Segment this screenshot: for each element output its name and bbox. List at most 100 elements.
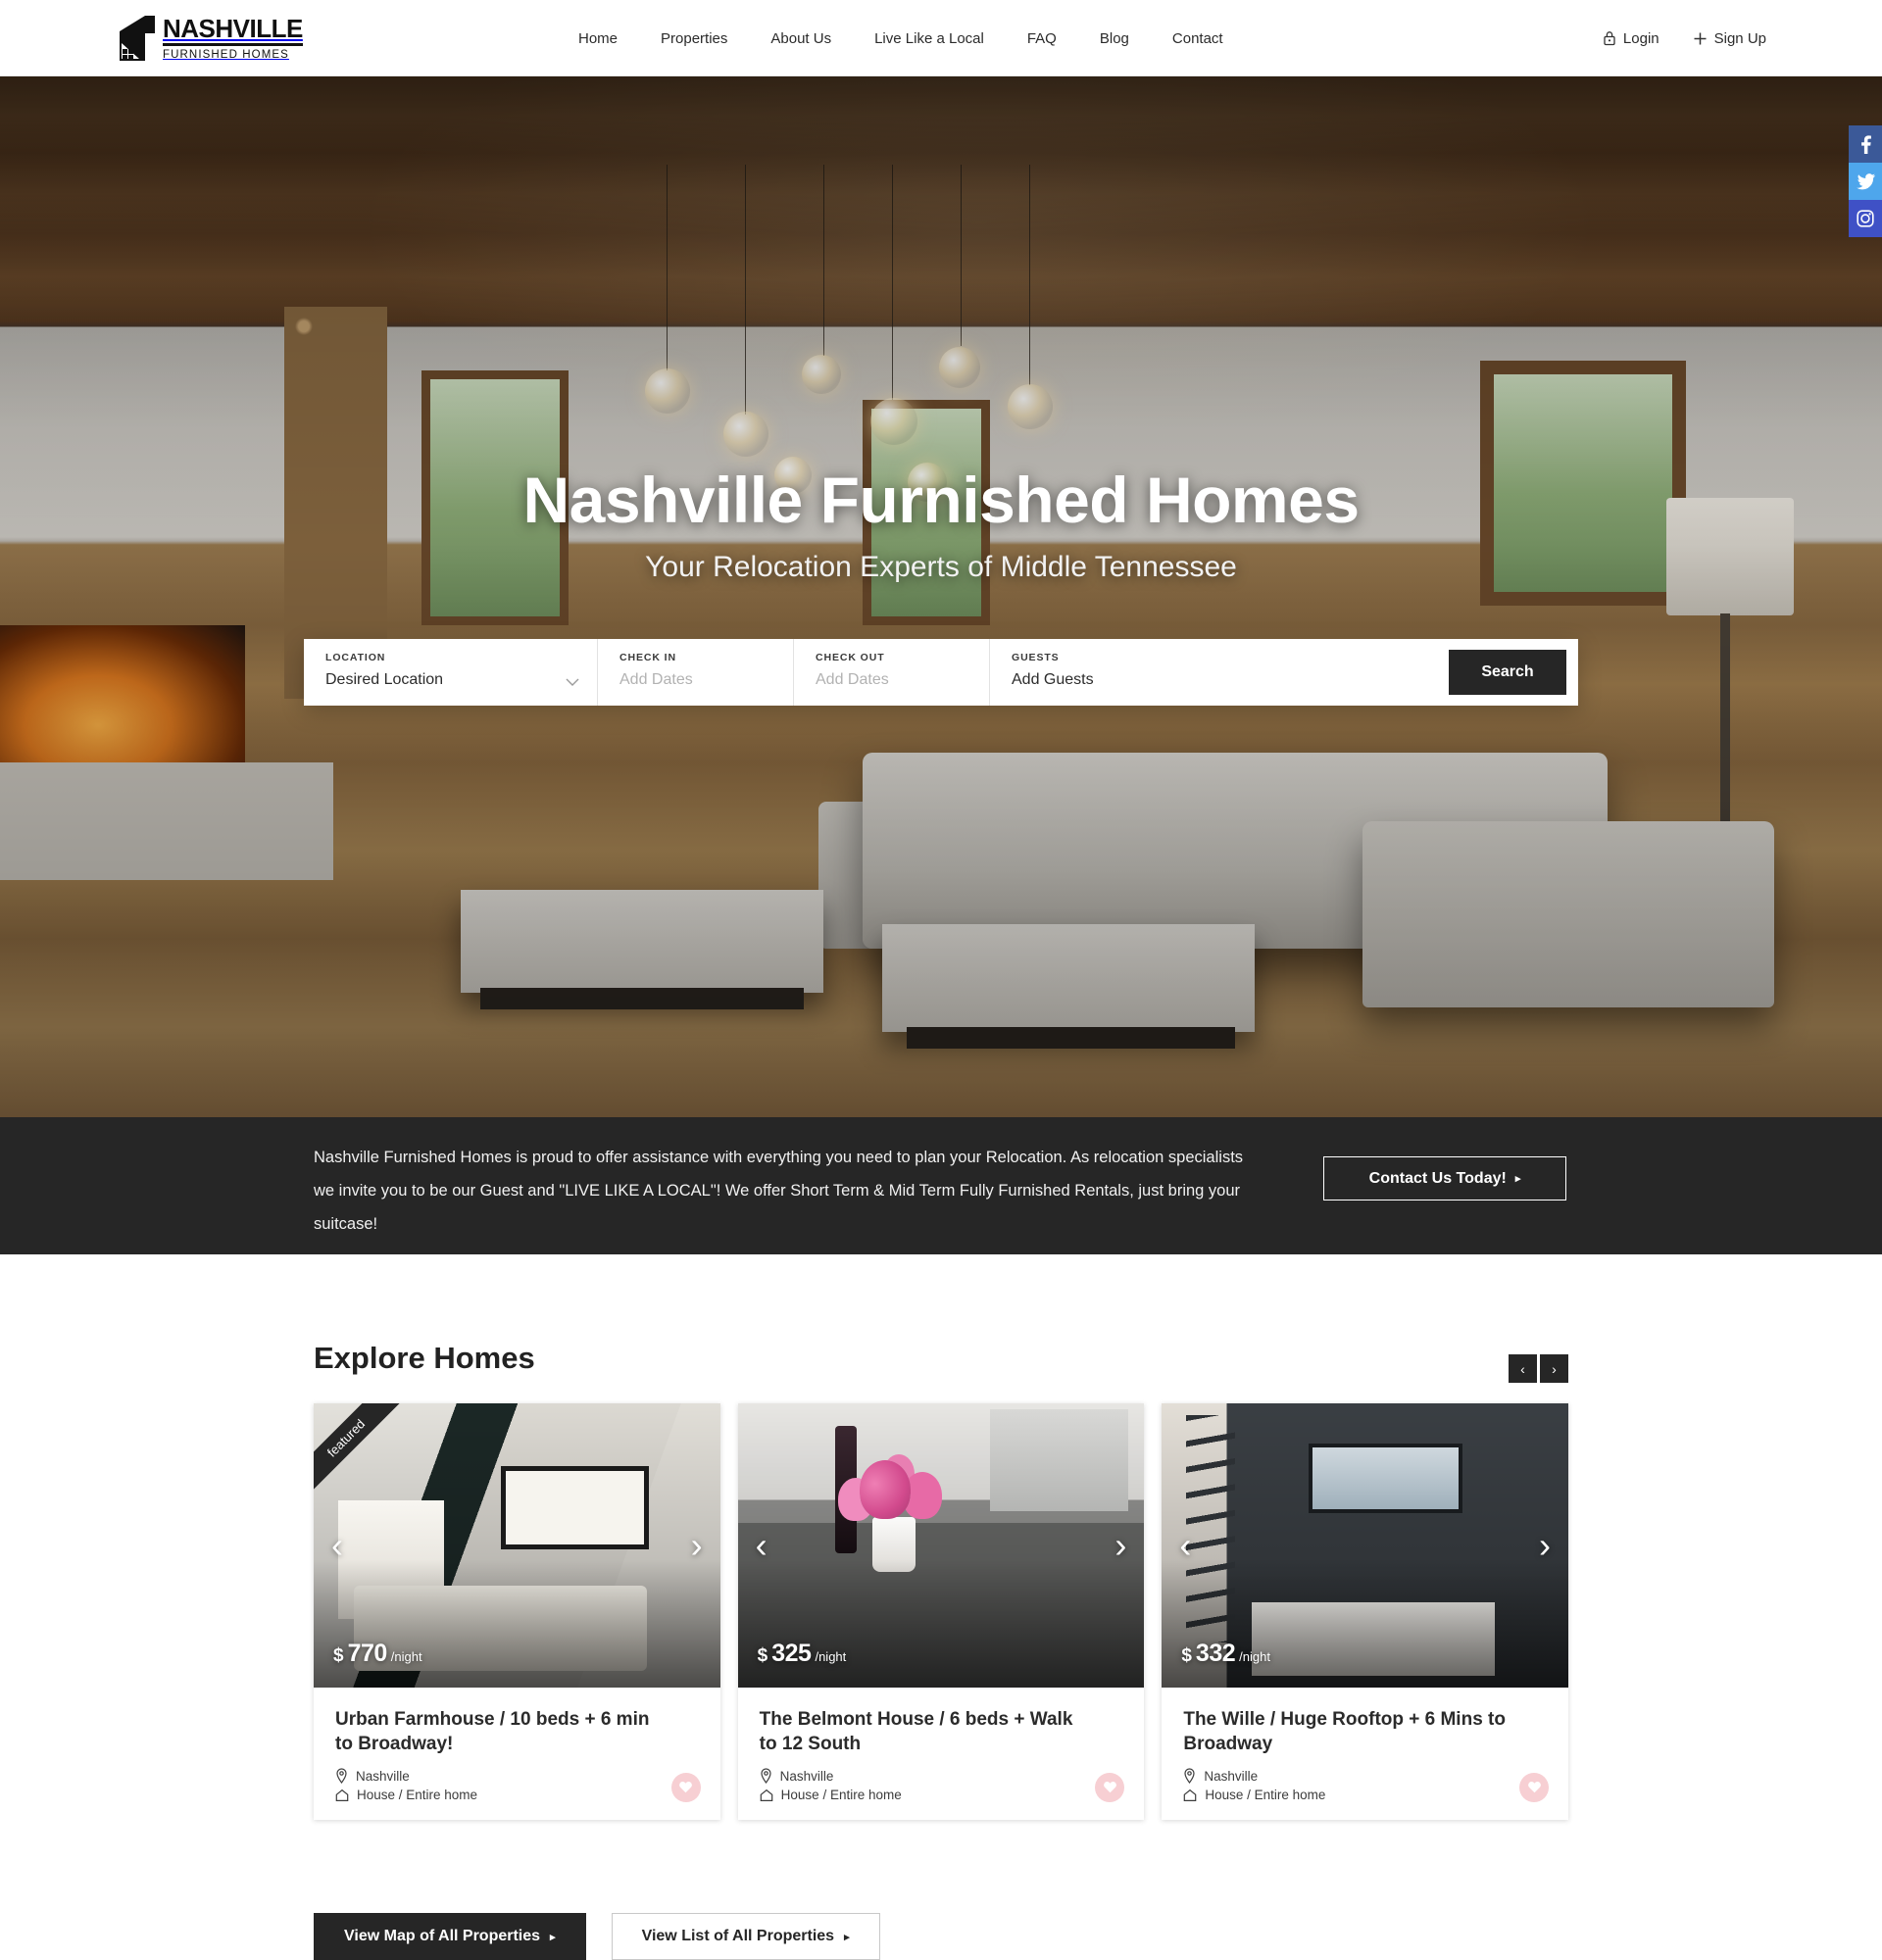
property-card[interactable]: ‹ › $ 325 /night The Belmont House / 6 b… [737, 1403, 1145, 1820]
site-header: NASHVILLE FURNISHED HOMES Home Propertie… [0, 0, 1882, 76]
arrow-right-icon: ▸ [1514, 1173, 1521, 1185]
checkin-label: CHECK IN [619, 652, 676, 663]
arrow-right-icon: ▸ [844, 1931, 850, 1943]
primary-nav: Home Properties About Us Live Like a Loc… [578, 0, 1245, 76]
photo-next-icon[interactable]: › [685, 1528, 709, 1563]
explore-homes-heading: Explore Homes [314, 1341, 535, 1375]
price-amount: 770 [347, 1640, 388, 1667]
relocation-info-text: Nashville Furnished Homes is proud to of… [314, 1149, 1244, 1233]
heart-icon [1527, 1780, 1542, 1796]
signup-button[interactable]: Sign Up [1693, 30, 1766, 47]
chevron-left-icon[interactable]: ‹ [1509, 1354, 1537, 1383]
property-city: Nashville [1204, 1768, 1259, 1784]
property-city: Nashville [779, 1768, 834, 1784]
nav-item-blog[interactable]: Blog [1078, 30, 1151, 47]
chevron-right-icon[interactable]: › [1540, 1354, 1568, 1383]
property-type-label: House / Entire home [1205, 1788, 1326, 1802]
map-pin-icon [335, 1768, 348, 1784]
property-card-body: The Belmont House / 6 beds + Walk to 12 … [738, 1688, 1145, 1820]
property-card[interactable]: ‹ › $ 332 /night The Wille / Huge Roofto… [1162, 1403, 1569, 1820]
search-field-checkin[interactable]: CHECK IN Add Dates [598, 639, 794, 706]
nav-item-faq[interactable]: FAQ [1006, 30, 1078, 47]
nav-item-about-us[interactable]: About Us [749, 30, 853, 47]
photo-prev-icon[interactable]: ‹ [1173, 1528, 1197, 1563]
hero-title: Nashville Furnished Homes [522, 464, 1360, 536]
home-icon [760, 1788, 773, 1802]
property-location: Nashville [335, 1768, 699, 1784]
nav-item-contact[interactable]: Contact [1151, 30, 1245, 47]
hero-section [0, 76, 1882, 1117]
social-share-rail [1849, 125, 1882, 237]
arrow-right-icon: ▸ [550, 1931, 556, 1943]
contact-us-today-button[interactable]: Contact Us Today! ▸ [1323, 1156, 1566, 1200]
property-title[interactable]: Urban Farmhouse / 10 beds + 6 min to Bro… [335, 1707, 659, 1756]
property-title[interactable]: The Belmont House / 6 beds + Walk to 12 … [760, 1707, 1083, 1756]
login-button[interactable]: Login [1603, 30, 1659, 47]
price-label: $ 325 /night [758, 1640, 847, 1668]
property-type: House / Entire home [1183, 1788, 1547, 1802]
price-unit: /night [1239, 1649, 1270, 1664]
all-properties-actions: View Map of All Properties ▸ View List o… [314, 1913, 880, 1960]
property-card-body: The Wille / Huge Rooftop + 6 Mins to Bro… [1162, 1688, 1568, 1820]
property-card-media: ‹ › $ 325 /night [737, 1403, 1145, 1688]
relocation-info-band: Nashville Furnished Homes is proud to of… [0, 1117, 1882, 1254]
lock-icon [1603, 30, 1616, 46]
photo-next-icon[interactable]: › [1109, 1528, 1132, 1563]
property-type-label: House / Entire home [780, 1788, 902, 1802]
contact-us-today-label: Contact Us Today! [1368, 1169, 1507, 1187]
property-type: House / Entire home [760, 1788, 1123, 1802]
property-location: Nashville [1183, 1768, 1547, 1784]
home-icon [1183, 1788, 1197, 1802]
price-currency: $ [757, 1645, 768, 1666]
guests-input[interactable]: Add Guests [1012, 671, 1427, 689]
search-field-location[interactable]: LOCATION Desired Location [304, 639, 598, 706]
logo-line-2: FURNISHED HOMES [163, 48, 289, 61]
hero-overlay [0, 76, 1882, 1117]
property-title[interactable]: The Wille / Huge Rooftop + 6 Mins to Bro… [1183, 1707, 1507, 1756]
logo-wordmark: NASHVILLE FURNISHED HOMES [163, 16, 303, 62]
view-map-of-all-properties-button[interactable]: View Map of All Properties ▸ [314, 1913, 586, 1960]
twitter-icon[interactable] [1849, 163, 1882, 200]
location-value: Desired Location [325, 671, 444, 688]
property-card-body: Urban Farmhouse / 10 beds + 6 min to Bro… [314, 1688, 720, 1820]
checkin-input[interactable]: Add Dates [619, 671, 771, 689]
checkout-label: CHECK OUT [816, 652, 885, 663]
price-currency: $ [333, 1645, 344, 1666]
property-card[interactable]: featured ‹ › $ 770 /night Urban Farmhous… [314, 1403, 720, 1820]
hero-subtitle: Your Relocation Experts of Middle Tennes… [645, 551, 1237, 583]
price-amount: 332 [1195, 1640, 1236, 1667]
photo-prev-icon[interactable]: ‹ [750, 1528, 773, 1563]
property-card-list: featured ‹ › $ 770 /night Urban Farmhous… [314, 1403, 1569, 1820]
favorite-button[interactable] [670, 1773, 701, 1802]
login-label: Login [1622, 29, 1659, 47]
search-button[interactable]: Search [1449, 650, 1566, 695]
instagram-icon[interactable] [1849, 200, 1882, 237]
nav-item-properties[interactable]: Properties [639, 30, 749, 47]
view-list-of-all-properties-button[interactable]: View List of All Properties ▸ [611, 1913, 880, 1960]
search-field-guests[interactable]: GUESTS Add Guests [990, 639, 1449, 706]
property-city: Nashville [356, 1768, 410, 1784]
property-card-media: featured ‹ › $ 770 /night [314, 1403, 720, 1688]
price-label: $ 332 /night [1181, 1640, 1270, 1668]
chevron-down-icon [566, 674, 579, 692]
property-type: House / Entire home [335, 1788, 699, 1802]
checkout-input[interactable]: Add Dates [816, 671, 967, 689]
explore-carousel-nav: ‹ › [1509, 1354, 1568, 1383]
photo-prev-icon[interactable]: ‹ [325, 1528, 349, 1563]
nav-item-live-like-a-local[interactable]: Live Like a Local [853, 30, 1006, 47]
heart-icon [1103, 1780, 1117, 1796]
map-pin-icon [760, 1768, 772, 1784]
property-location: Nashville [760, 1768, 1123, 1784]
search-field-checkout[interactable]: CHECK OUT Add Dates [794, 639, 990, 706]
facebook-icon[interactable] [1849, 125, 1882, 163]
price-label: $ 770 /night [333, 1640, 422, 1668]
photo-next-icon[interactable]: › [1533, 1528, 1557, 1563]
property-search-bar: LOCATION Desired Location CHECK IN Add D… [304, 639, 1578, 706]
heart-icon [678, 1780, 693, 1796]
price-currency: $ [1181, 1645, 1192, 1666]
favorite-button[interactable] [1519, 1773, 1550, 1802]
header-account-actions: Login Sign Up [1603, 0, 1766, 76]
nav-item-home[interactable]: Home [578, 30, 639, 47]
guests-label: GUESTS [1012, 652, 1060, 663]
site-logo[interactable]: NASHVILLE FURNISHED HOMES [116, 14, 303, 63]
